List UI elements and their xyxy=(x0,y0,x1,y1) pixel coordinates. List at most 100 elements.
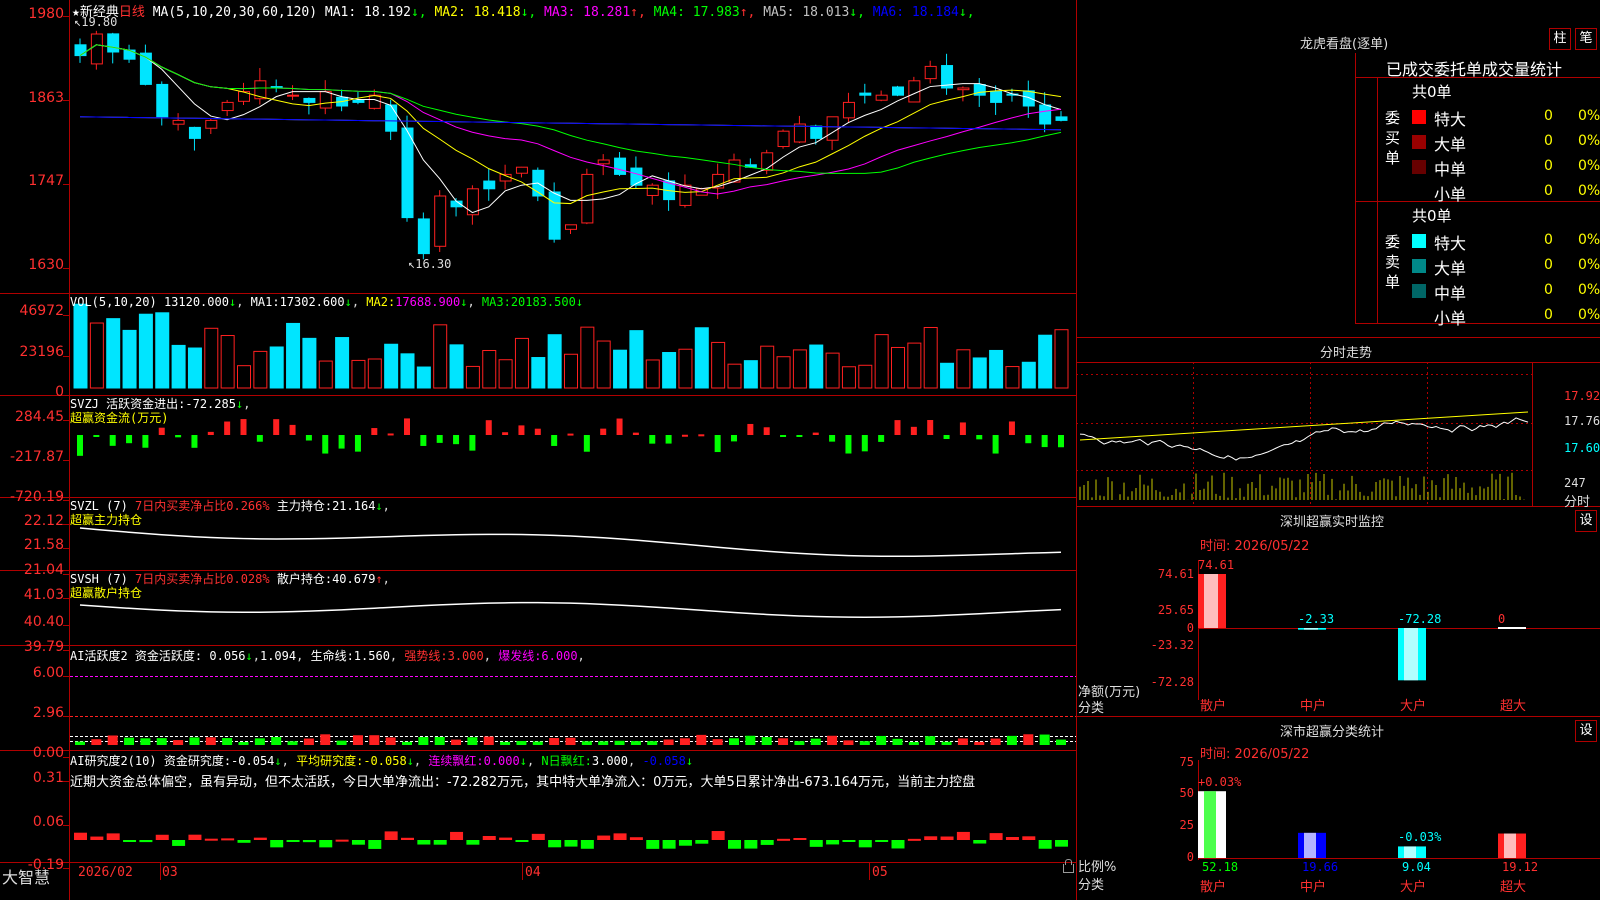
vol-ma3-label: MA3: xyxy=(481,295,511,309)
candle-body xyxy=(875,94,888,101)
ai-research-bar xyxy=(253,837,267,840)
ai-research-bar xyxy=(1055,840,1068,847)
svzj-bar xyxy=(681,434,688,437)
ai-activity-bar xyxy=(369,735,380,745)
y-tick: 1980 xyxy=(28,6,64,22)
ai-activity-bar xyxy=(107,735,118,745)
svsh-label1: 7日内买卖净占比0.028% xyxy=(135,572,270,586)
volume-bar xyxy=(956,349,971,389)
ai-research-bar xyxy=(695,840,709,844)
volume-bar xyxy=(187,347,202,389)
ai-research-comment: 近期大资金总体偏空，虽有异动，但不太活跃，今日大单净流出：-72.282万元，其… xyxy=(70,775,976,790)
svzj-bar xyxy=(371,428,378,435)
ai-activity-bar xyxy=(124,737,135,745)
ai2-lx: 连续飘红: xyxy=(428,754,484,768)
y-tick: 0.06 xyxy=(32,814,64,830)
ai-activity-bar xyxy=(222,738,233,745)
y-tick: 284.45 xyxy=(15,409,64,425)
volume-bar xyxy=(858,364,873,389)
classify-bar-value: 19.12 xyxy=(1502,860,1539,874)
ai-research-bar xyxy=(564,840,578,847)
ai-research-bar xyxy=(204,838,218,841)
monitor-set-button[interactable]: 设 xyxy=(1575,510,1597,532)
y-tick: 39.79 xyxy=(23,639,64,655)
svzj-bar xyxy=(453,435,460,445)
candle-body xyxy=(188,126,201,139)
ma-item-3: MA3: 18.281 xyxy=(544,5,631,20)
brand-logo[interactable]: 大智慧 xyxy=(2,864,50,888)
candle-body xyxy=(842,101,855,119)
volume-bar xyxy=(874,334,889,389)
color-swatch xyxy=(1412,110,1426,124)
svzj-bar xyxy=(861,435,868,452)
monitor-bar-value: -2.33 xyxy=(1298,612,1335,626)
candle-body xyxy=(352,99,365,103)
svzj-bar xyxy=(175,435,182,438)
sell_side-row: 中单 0 0% xyxy=(1412,280,1600,303)
tab-bar-chart[interactable]: 柱 xyxy=(1549,28,1571,50)
sell_side-row: 特大 0 0% xyxy=(1412,230,1600,253)
svzj-bar xyxy=(845,435,852,454)
y-tick: 46972 xyxy=(19,303,64,319)
candle-body xyxy=(319,91,332,109)
svzj-bar xyxy=(77,435,83,456)
stats-title: 已成交委托单成交量统计 xyxy=(1386,60,1563,79)
svzj-bar xyxy=(93,435,100,437)
y-tick: 50 xyxy=(1179,786,1194,800)
svzj-bar xyxy=(747,423,754,435)
svzj-bar xyxy=(551,435,558,446)
period-label[interactable]: 日线 xyxy=(119,5,145,20)
monitor-legend2: 分类 xyxy=(1078,701,1105,716)
row-count: 0 xyxy=(1544,108,1553,124)
vol-value: 13120.000 xyxy=(163,295,229,309)
lock-icon[interactable] xyxy=(1063,859,1074,873)
volume-bar xyxy=(841,366,856,389)
ai-research-bar xyxy=(351,840,365,845)
row-name: 大单 xyxy=(1434,259,1467,278)
volume-bar xyxy=(73,303,88,389)
volume-bar xyxy=(989,349,1004,389)
classify-time: 时间: 2026/05/22 xyxy=(1200,747,1310,762)
monitor-category: 散户 xyxy=(1200,699,1227,714)
ma-line xyxy=(79,44,1062,214)
ai-activity-bar xyxy=(925,736,936,745)
svzj-bar xyxy=(207,431,214,435)
monitor-bar-value: 0 xyxy=(1498,612,1506,626)
svzj-bar xyxy=(256,435,263,442)
ai-research-bar xyxy=(499,837,513,840)
svsh-arrow: ↑ xyxy=(375,572,383,586)
svzj-bar xyxy=(322,435,329,454)
classify-set-button[interactable]: 设 xyxy=(1575,720,1597,742)
row-pct: 0% xyxy=(1578,257,1600,273)
candle-body xyxy=(565,224,577,230)
ai-activity-bar xyxy=(843,740,854,745)
svzj-bar xyxy=(796,435,803,437)
ai-activity-bar xyxy=(647,741,658,745)
ai-activity-bar xyxy=(876,735,887,745)
ma-arrow: ↓, xyxy=(410,5,435,20)
sell-total: 共0单 xyxy=(1412,207,1452,225)
y-tick: 21.04 xyxy=(23,562,64,578)
buy-total: 共0单 xyxy=(1412,83,1452,101)
ai-activity-bar xyxy=(336,740,347,745)
ai-activity-bar xyxy=(957,738,968,745)
intraday-price-2: 17.76 xyxy=(1564,414,1600,428)
volume-bar xyxy=(155,312,170,389)
ma-arrow: ↓, xyxy=(520,5,545,20)
monitor-bar-shine xyxy=(1204,574,1218,628)
svzj-bar xyxy=(420,435,427,446)
y-tick: 1630 xyxy=(28,257,64,273)
ai-research-bar xyxy=(744,840,758,849)
ai-research-bar xyxy=(646,840,660,849)
color-swatch xyxy=(1412,259,1426,273)
svzj-bar xyxy=(126,435,133,444)
candle-body xyxy=(826,116,839,141)
ai-activity-bar xyxy=(712,739,723,745)
y-tick: -217.87 xyxy=(9,449,64,465)
ma-line xyxy=(79,116,1062,131)
candle-body xyxy=(172,119,185,125)
volume-bar xyxy=(1038,334,1053,389)
classify-bar-delta: +0.03% xyxy=(1198,775,1242,790)
tab-pen[interactable]: 笔 xyxy=(1575,28,1597,50)
volume-bar xyxy=(302,337,317,389)
